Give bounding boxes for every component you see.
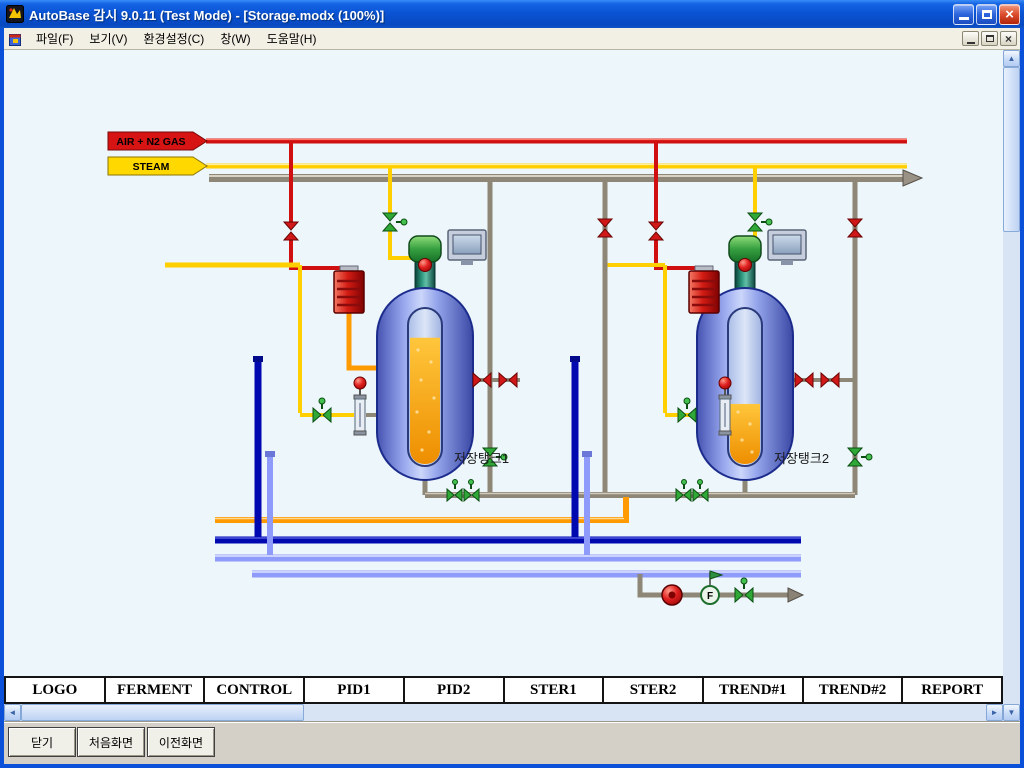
home-screen-button[interactable]: 처음화면 — [77, 727, 145, 757]
ball-valve — [354, 377, 366, 395]
nav-button-pid1[interactable]: PID1 — [303, 676, 405, 704]
vertical-scrollbar[interactable]: ▲ ▼ — [1003, 50, 1020, 721]
green-valve — [748, 213, 772, 231]
titlebar[interactable]: AutoBase 감시 9.0.11 (Test Mode) - [Storag… — [0, 0, 1024, 28]
horizontal-scroll-thumb[interactable] — [21, 704, 304, 721]
minimize-icon — [959, 17, 969, 20]
process-diagram: AIR + N2 GAS STEAM — [4, 50, 1003, 676]
air-banner: AIR + N2 GAS — [108, 132, 207, 150]
scada-canvas: AIR + N2 GAS STEAM — [4, 50, 1003, 676]
mdi-document-icon — [9, 32, 24, 46]
header-pipes — [206, 140, 922, 187]
close-button[interactable]: × — [999, 4, 1020, 25]
flow-meter-label: F — [707, 591, 713, 602]
air-banner-label: AIR + N2 GAS — [116, 136, 185, 148]
menu-settings[interactable]: 환경설정(C) — [135, 27, 212, 50]
mdi-restore-icon — [986, 35, 994, 42]
app-window: AutoBase 감시 9.0.11 (Test Mode) - [Storag… — [0, 0, 1024, 768]
green-valve — [678, 398, 696, 422]
nav-button-logo[interactable]: LOGO — [4, 676, 106, 704]
scroll-left-icon: ◄ — [9, 708, 17, 717]
window-title: AutoBase 감시 9.0.11 (Test Mode) - [Storag… — [29, 5, 953, 24]
vertical-scroll-thumb[interactable] — [1003, 67, 1020, 232]
rotameter — [719, 395, 731, 435]
scroll-up-icon: ▲ — [1008, 54, 1016, 63]
close-screen-button[interactable]: 닫기 — [8, 727, 76, 757]
client-area: AIR + N2 GAS STEAM — [4, 50, 1020, 721]
menubar: 파일(F) 보기(V) 환경설정(C) 창(W) 도움말(H) × — [4, 28, 1020, 50]
green-valve — [383, 213, 407, 231]
tank1-monitor — [448, 230, 486, 265]
close-icon: × — [1005, 7, 1014, 22]
nav-button-bar: LOGO FERMENT CONTROL PID1 PID2 STER1 STE… — [4, 676, 1003, 704]
menu-window[interactable]: 창(W) — [212, 27, 258, 50]
tank1-indicator-lamp — [419, 259, 432, 272]
minimize-button[interactable] — [953, 4, 974, 25]
red-valve — [649, 222, 663, 240]
nav-button-trend1[interactable]: TREND#1 — [702, 676, 804, 704]
tank2-monitor — [768, 230, 806, 265]
discharge-pump — [662, 585, 682, 605]
horizontal-scrollbar[interactable]: ◄ ► — [4, 704, 1003, 721]
mdi-restore-button[interactable] — [981, 31, 998, 46]
storage-tank-1 — [377, 230, 486, 480]
green-valve — [313, 398, 331, 422]
restore-button[interactable] — [976, 4, 997, 25]
green-valve — [735, 578, 753, 602]
steam-banner: STEAM — [108, 157, 207, 175]
feed-pump-2 — [689, 266, 719, 313]
scroll-down-button[interactable]: ▼ — [1003, 704, 1020, 721]
mdi-close-icon: × — [1005, 33, 1012, 45]
scroll-right-button[interactable]: ► — [986, 704, 1003, 721]
scroll-left-button[interactable]: ◄ — [4, 704, 21, 721]
red-valve — [284, 222, 298, 240]
previous-screen-button[interactable]: 이전화면 — [147, 727, 215, 757]
mdi-minimize-button[interactable] — [962, 31, 979, 46]
tank1-liquid — [410, 338, 440, 464]
green-valve — [848, 448, 872, 466]
nav-button-trend2[interactable]: TREND#2 — [802, 676, 904, 704]
menu-view[interactable]: 보기(V) — [81, 27, 135, 50]
menu-help[interactable]: 도움말(H) — [259, 27, 325, 50]
discharge-arrow — [788, 588, 803, 602]
scroll-down-icon: ▼ — [1008, 708, 1016, 717]
scroll-right-icon: ► — [991, 708, 999, 717]
tank1-label: 저장탱크1 — [454, 451, 509, 466]
nav-button-ferment[interactable]: FERMENT — [104, 676, 206, 704]
rotameter — [354, 395, 366, 435]
feed-pump-1 — [334, 266, 364, 313]
tank2-label: 저장탱크2 — [774, 451, 829, 466]
nav-button-report[interactable]: REPORT — [901, 676, 1003, 704]
process-header-arrow — [903, 170, 922, 186]
scroll-up-button[interactable]: ▲ — [1003, 50, 1020, 67]
nav-button-pid2[interactable]: PID2 — [403, 676, 505, 704]
mdi-minimize-icon — [967, 42, 975, 44]
app-icon — [6, 5, 24, 23]
product-pipe — [215, 497, 626, 520]
menu-file[interactable]: 파일(F) — [28, 27, 81, 50]
steam-banner-label: STEAM — [133, 161, 170, 173]
nav-button-ster2[interactable]: STER2 — [602, 676, 704, 704]
nav-button-ster1[interactable]: STER1 — [503, 676, 605, 704]
restore-icon — [982, 10, 992, 19]
bottom-panel: 닫기 처음화면 이전화면 — [4, 721, 1020, 764]
tank2-indicator-lamp — [739, 259, 752, 272]
tank2-liquid — [730, 404, 760, 464]
mdi-close-button[interactable]: × — [1000, 31, 1017, 46]
nav-button-control[interactable]: CONTROL — [203, 676, 305, 704]
